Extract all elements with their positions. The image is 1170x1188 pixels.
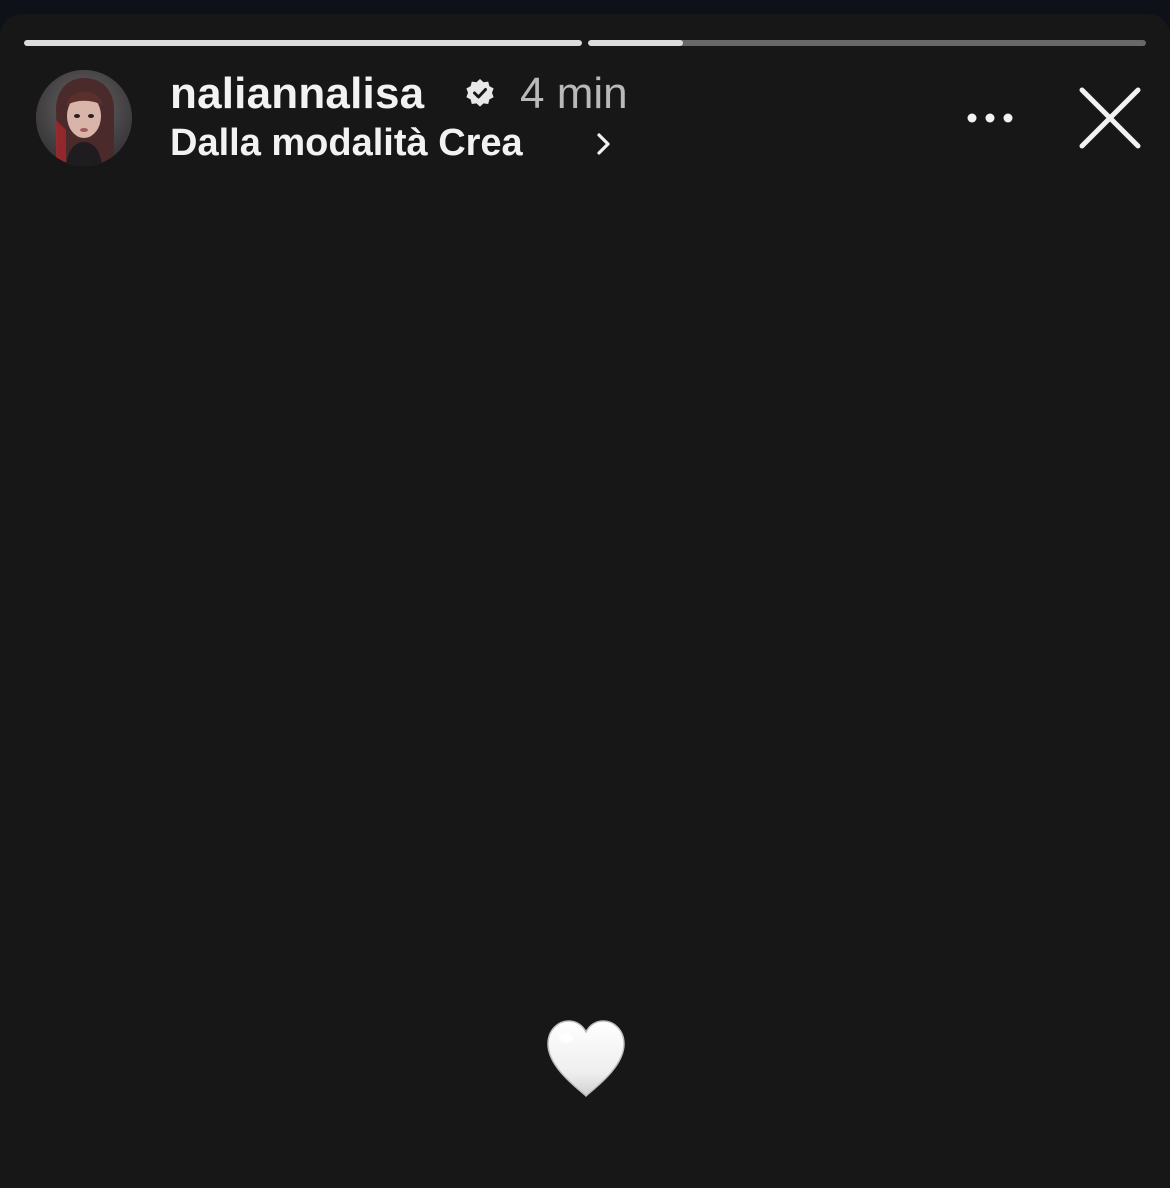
story-progress-bar [24, 40, 1146, 46]
more-options-icon[interactable] [962, 108, 1018, 128]
progress-fill [588, 40, 683, 46]
profile-photo-icon [36, 70, 132, 166]
time-ago: 4 min [520, 69, 628, 118]
close-icon[interactable] [1076, 84, 1144, 152]
verified-badge-icon [466, 79, 494, 107]
username[interactable]: naliannalisa [170, 72, 424, 116]
progress-segment [588, 40, 1146, 46]
avatar[interactable] [36, 70, 132, 166]
source-label[interactable]: Dalla modalità Crea [170, 124, 523, 162]
white-heart-icon [547, 1020, 625, 1098]
chevron-right-icon[interactable] [594, 130, 614, 158]
progress-fill [24, 40, 582, 46]
story-viewer[interactable]: naliannalisa 4 min Dalla modalità Crea [0, 14, 1170, 1188]
progress-segment [24, 40, 582, 46]
